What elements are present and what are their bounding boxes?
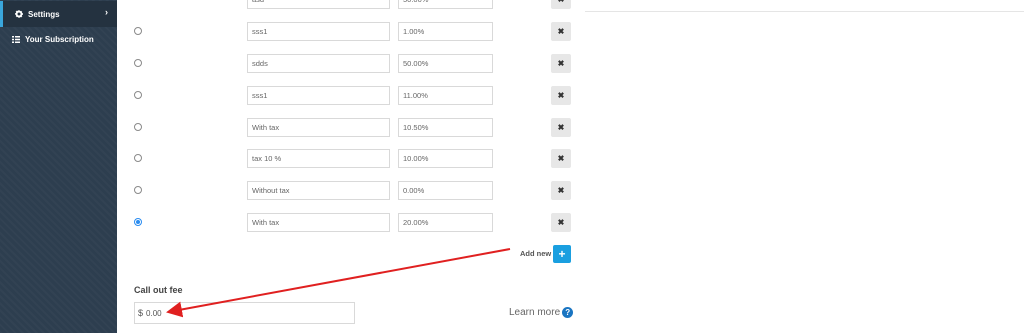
annotation-arrow	[166, 248, 511, 318]
